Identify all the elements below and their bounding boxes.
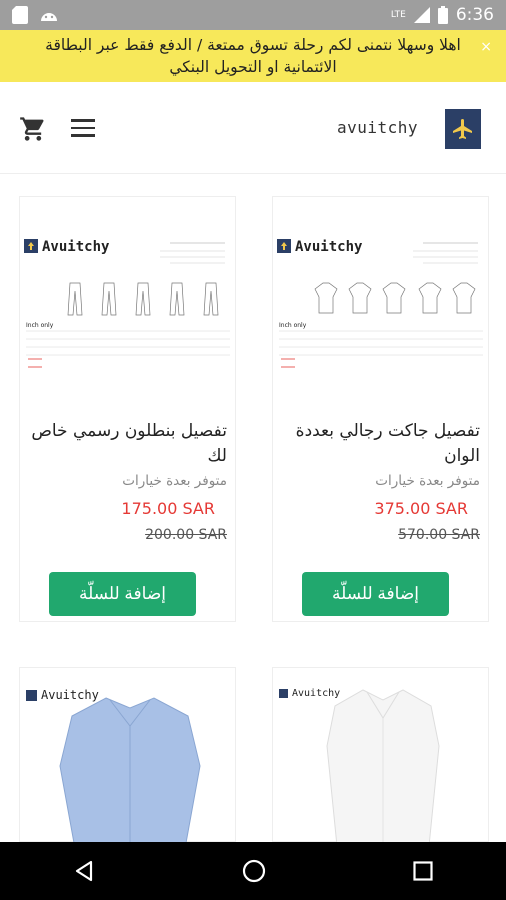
status-bar: LTE 6:36 bbox=[0, 0, 506, 30]
product-card[interactable]: Avuitchy bbox=[272, 667, 489, 843]
menu-icon[interactable] bbox=[71, 119, 95, 139]
announcement-text: اهلا وسهلا نتمنى لكم رحلة تسوق ممتعة / ا… bbox=[45, 36, 461, 76]
announcement-banner: × اهلا وسهلا نتمنى لكم رحلة تسوق ممتعة /… bbox=[0, 30, 506, 82]
back-icon[interactable] bbox=[73, 860, 95, 882]
home-icon[interactable] bbox=[242, 859, 266, 883]
product-old-price: 570.00 SAR bbox=[398, 527, 480, 543]
svg-text:Inch only: Inch only bbox=[26, 322, 54, 329]
system-nav-bar bbox=[0, 842, 506, 900]
product-image[interactable]: Avuitchy Inch only bbox=[273, 227, 488, 377]
product-availability: متوفر بعدة خيارات bbox=[375, 473, 480, 489]
product-image[interactable]: Avuitchy Inch only bbox=[20, 227, 235, 377]
sd-card-icon bbox=[12, 6, 28, 24]
close-icon[interactable]: × bbox=[480, 36, 492, 58]
recents-icon[interactable] bbox=[413, 861, 433, 881]
product-title[interactable]: تفصيل بنطلون رسمي خاص لك bbox=[27, 419, 227, 469]
product-card[interactable]: Avuitchy bbox=[19, 667, 236, 843]
network-label: LTE bbox=[390, 10, 406, 20]
android-icon bbox=[41, 13, 57, 21]
product-availability: متوفر بعدة خيارات bbox=[122, 473, 227, 489]
sheet-brand: Avuitchy bbox=[42, 239, 110, 255]
product-old-price: 200.00 SAR bbox=[145, 527, 227, 543]
product-image[interactable] bbox=[303, 688, 463, 843]
clock: 6:36 bbox=[455, 5, 494, 25]
cart-icon[interactable] bbox=[19, 115, 47, 143]
product-title[interactable]: تفصيل جاكت رجالي بعددة الوان bbox=[280, 419, 480, 469]
battery-icon bbox=[437, 6, 448, 24]
app-header: avuitchy bbox=[0, 82, 506, 174]
signal-icon bbox=[413, 7, 430, 23]
product-price: 375.00 SAR bbox=[374, 499, 468, 518]
plane-logo-icon[interactable] bbox=[445, 109, 481, 149]
add-to-cart-button[interactable]: إضافة للسلّة bbox=[49, 572, 196, 616]
brand-name[interactable]: avuitchy bbox=[337, 118, 418, 137]
svg-text:Inch only: Inch only bbox=[279, 322, 307, 329]
sheet-brand: Avuitchy bbox=[295, 239, 363, 255]
product-card[interactable]: Avuitchy Inch only تفصيل بنطلون رسمي خاص… bbox=[19, 196, 236, 622]
product-price: 175.00 SAR bbox=[121, 499, 215, 518]
product-card[interactable]: Avuitchy Inch only تفصيل جاكت رجالي بعدد… bbox=[272, 196, 489, 622]
add-to-cart-button[interactable]: إضافة للسلّة bbox=[302, 572, 449, 616]
product-image[interactable] bbox=[48, 696, 213, 843]
